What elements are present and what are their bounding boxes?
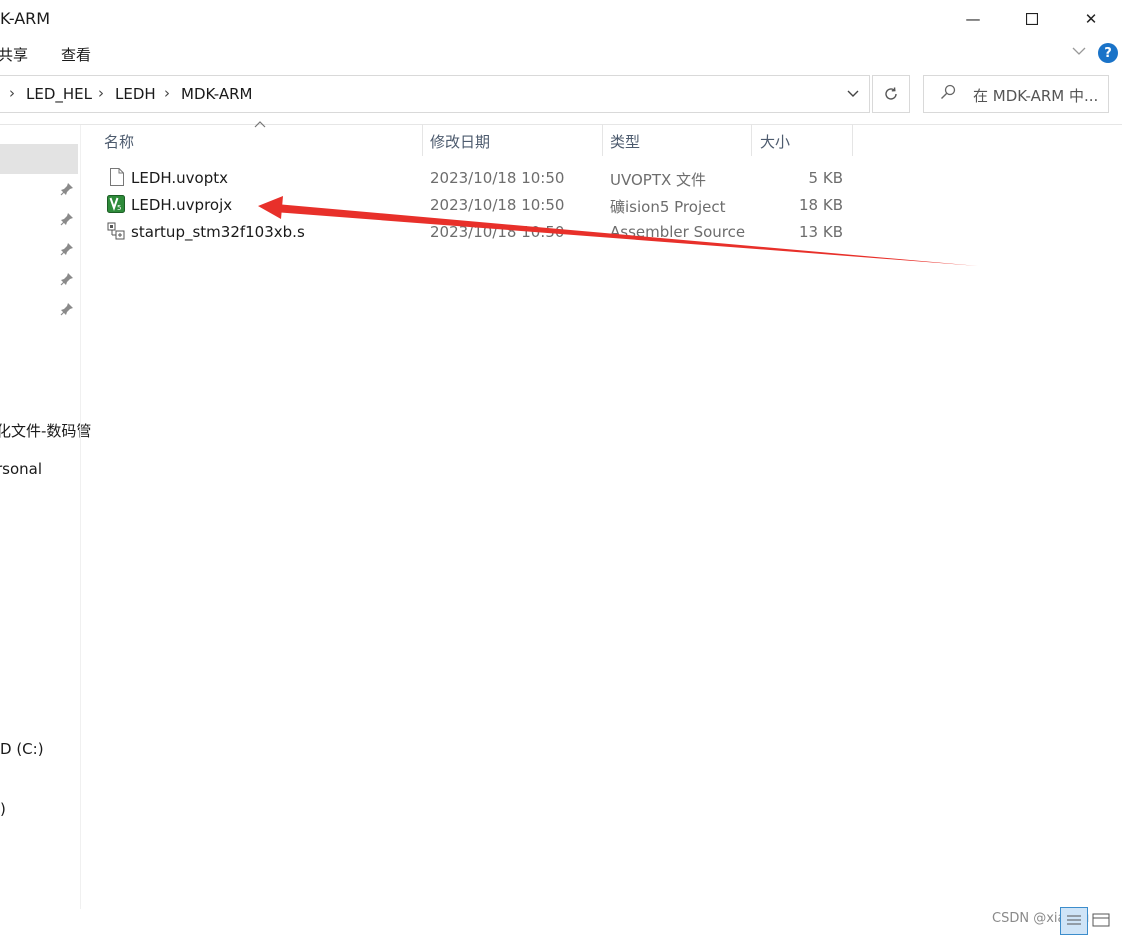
annotation-arrow-head	[258, 196, 283, 219]
details-view-icon[interactable]	[1060, 907, 1088, 935]
annotation-arrow-shaft	[274, 204, 978, 266]
annotation-arrow	[258, 196, 978, 266]
large-icons-view-icon[interactable]	[1092, 912, 1110, 928]
